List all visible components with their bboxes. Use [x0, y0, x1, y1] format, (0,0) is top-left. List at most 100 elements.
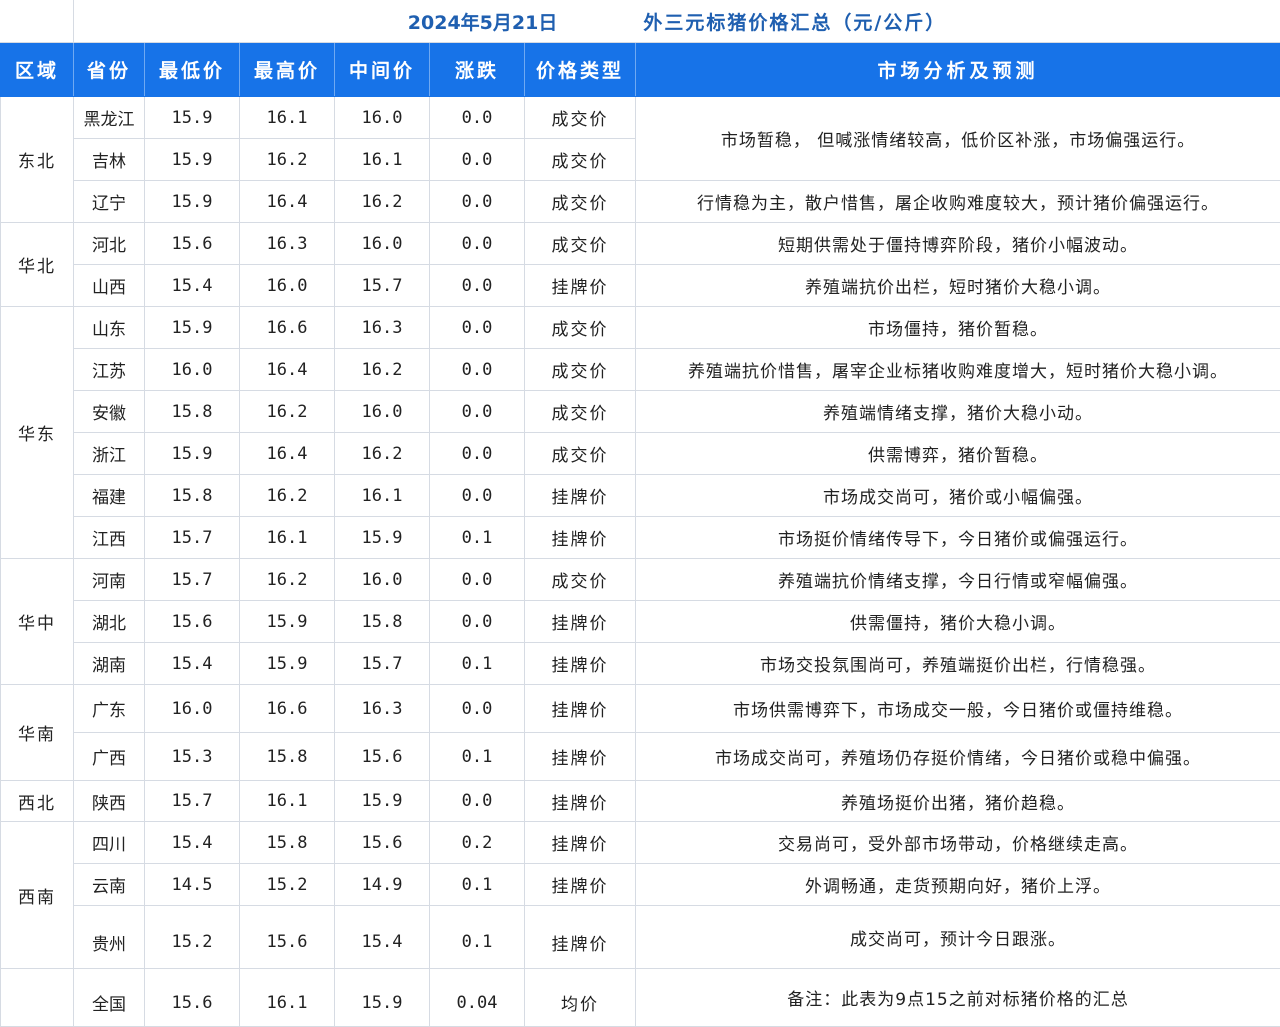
province-cell: 河北: [74, 223, 145, 265]
change-cell: 0.1: [430, 864, 525, 906]
table-row[interactable]: 江西 15.7 16.1 15.9 0.1 挂牌价 市场挺价情绪传导下，今日猪价…: [1, 517, 1280, 559]
price-summary-sheet: 2024年5月21日外三元标猪价格汇总（元/公斤） 区域 省份 最低价 最高价 …: [0, 0, 1280, 996]
change-cell: 0.0: [430, 781, 525, 822]
price-table: 2024年5月21日外三元标猪价格汇总（元/公斤） 区域 省份 最低价 最高价 …: [0, 0, 1280, 1027]
change-cell: 0.0: [430, 349, 525, 391]
change-cell: 0.1: [430, 643, 525, 685]
province-cell: 安徽: [74, 391, 145, 433]
table-row[interactable]: 西北 陕西 15.7 16.1 15.9 0.0 挂牌价 养殖场挺价出猪，猪价趋…: [1, 781, 1280, 822]
analysis-cell: 养殖端情绪支撑，猪价大稳小动。: [636, 391, 1280, 433]
table-row[interactable]: 江苏 16.0 16.4 16.2 0.0 成交价 养殖端抗价惜售，屠宰企业标猪…: [1, 349, 1280, 391]
high-price-cell: 15.2: [240, 864, 335, 906]
high-price-cell: 16.4: [240, 181, 335, 223]
low-price-cell: 15.7: [145, 517, 240, 559]
change-cell: 0.1: [430, 517, 525, 559]
price-type-cell: 挂牌价: [525, 822, 636, 864]
province-cell: 吉林: [74, 139, 145, 181]
low-price-cell: 15.2: [145, 906, 240, 969]
table-row[interactable]: 东北 黑龙江 15.9 16.1 16.0 0.0 成交价 市场暂稳， 但喊涨情…: [1, 97, 1280, 139]
price-type-cell: 成交价: [525, 139, 636, 181]
header-high[interactable]: 最高价: [240, 43, 335, 97]
analysis-cell: 养殖端抗价出栏，短时猪价大稳小调。: [636, 265, 1280, 307]
province-cell: 辽宁: [74, 181, 145, 223]
analysis-cell: 养殖场挺价出猪，猪价趋稳。: [636, 781, 1280, 822]
price-type-cell: 成交价: [525, 307, 636, 349]
mid-price-cell: 16.1: [335, 139, 430, 181]
change-cell: 0.1: [430, 906, 525, 969]
table-row[interactable]: 西南 四川 15.4 15.8 15.6 0.2 挂牌价 交易尚可，受外部市场带…: [1, 822, 1280, 864]
header-province[interactable]: 省份: [74, 43, 145, 97]
province-cell: 江西: [74, 517, 145, 559]
header-low[interactable]: 最低价: [145, 43, 240, 97]
mid-price-cell: 15.6: [335, 822, 430, 864]
mid-price-cell: 15.9: [335, 969, 430, 1027]
table-row[interactable]: 贵州 15.2 15.6 15.4 0.1 挂牌价 成交尚可，预计今日跟涨。: [1, 906, 1280, 969]
low-price-cell: 15.9: [145, 139, 240, 181]
change-cell: 0.0: [430, 223, 525, 265]
change-cell: 0.0: [430, 265, 525, 307]
price-type-cell: 挂牌价: [525, 601, 636, 643]
analysis-cell: 市场成交尚可，猪价或小幅偏强。: [636, 475, 1280, 517]
table-row[interactable]: 广西 15.3 15.8 15.6 0.1 挂牌价 市场成交尚可，养殖场仍存挺价…: [1, 733, 1280, 781]
analysis-cell: 市场暂稳， 但喊涨情绪较高，低价区补涨，市场偏强运行。: [636, 97, 1280, 181]
change-cell: 0.0: [430, 139, 525, 181]
province-cell: 山东: [74, 307, 145, 349]
low-price-cell: 15.4: [145, 265, 240, 307]
region-cell: 西南: [1, 822, 74, 969]
table-row[interactable]: 辽宁 15.9 16.4 16.2 0.0 成交价 行情稳为主，散户惜售，屠企收…: [1, 181, 1280, 223]
table-row[interactable]: 华东 山东 15.9 16.6 16.3 0.0 成交价 市场僵持，猪价暂稳。: [1, 307, 1280, 349]
low-price-cell: 14.5: [145, 864, 240, 906]
table-row[interactable]: 湖南 15.4 15.9 15.7 0.1 挂牌价 市场交投氛围尚可，养殖端挺价…: [1, 643, 1280, 685]
analysis-cell: 供需僵持，猪价大稳小调。: [636, 601, 1280, 643]
price-type-cell: 挂牌价: [525, 864, 636, 906]
province-cell: 黑龙江: [74, 97, 145, 139]
table-row[interactable]: 华南 广东 16.0 16.6 16.3 0.0 挂牌价 市场供需博弈下，市场成…: [1, 685, 1280, 733]
analysis-cell: 市场交投氛围尚可，养殖端挺价出栏，行情稳强。: [636, 643, 1280, 685]
price-type-cell: 挂牌价: [525, 685, 636, 733]
mid-price-cell: 16.0: [335, 97, 430, 139]
high-price-cell: 15.6: [240, 906, 335, 969]
remark-cell: 备注：此表为9点15之前对标猪价格的汇总: [636, 969, 1280, 1027]
high-price-cell: 16.2: [240, 391, 335, 433]
analysis-cell: 市场挺价情绪传导下，今日猪价或偏强运行。: [636, 517, 1280, 559]
low-price-cell: 16.0: [145, 685, 240, 733]
header-region[interactable]: 区域: [1, 43, 74, 97]
header-change[interactable]: 涨跌: [430, 43, 525, 97]
high-price-cell: 16.4: [240, 433, 335, 475]
region-cell: 华南: [1, 685, 74, 781]
change-cell: 0.04: [430, 969, 525, 1027]
low-price-cell: 15.4: [145, 822, 240, 864]
analysis-cell: 养殖端抗价惜售，屠宰企业标猪收购难度增大，短时猪价大稳小调。: [636, 349, 1280, 391]
analysis-cell: 市场供需博弈下，市场成交一般，今日猪价或僵持维稳。: [636, 685, 1280, 733]
table-row[interactable]: 浙江 15.9 16.4 16.2 0.0 成交价 供需博弈，猪价暂稳。: [1, 433, 1280, 475]
mid-price-cell: 15.9: [335, 781, 430, 822]
table-row[interactable]: 安徽 15.8 16.2 16.0 0.0 成交价 养殖端情绪支撑，猪价大稳小动…: [1, 391, 1280, 433]
mid-price-cell: 15.9: [335, 517, 430, 559]
table-row[interactable]: 华北 河北 15.6 16.3 16.0 0.0 成交价 短期供需处于僵持博弈阶…: [1, 223, 1280, 265]
mid-price-cell: 14.9: [335, 864, 430, 906]
table-row[interactable]: 湖北 15.6 15.9 15.8 0.0 挂牌价 供需僵持，猪价大稳小调。: [1, 601, 1280, 643]
price-type-cell: 成交价: [525, 433, 636, 475]
table-row[interactable]: 云南 14.5 15.2 14.9 0.1 挂牌价 外调畅通，走货预期向好，猪价…: [1, 864, 1280, 906]
high-price-cell: 15.8: [240, 733, 335, 781]
header-analysis[interactable]: 市场分析及预测: [636, 43, 1280, 97]
analysis-cell: 供需博弈，猪价暂稳。: [636, 433, 1280, 475]
national-row[interactable]: 全国 15.6 16.1 15.9 0.04 均价 备注：此表为9点15之前对标…: [1, 969, 1280, 1027]
analysis-cell: 成交尚可，预计今日跟涨。: [636, 906, 1280, 969]
price-type-cell: 挂牌价: [525, 517, 636, 559]
header-type[interactable]: 价格类型: [525, 43, 636, 97]
region-cell-empty: [1, 969, 74, 1027]
table-row[interactable]: 福建 15.8 16.2 16.1 0.0 挂牌价 市场成交尚可，猪价或小幅偏强…: [1, 475, 1280, 517]
mid-price-cell: 16.0: [335, 223, 430, 265]
table-row[interactable]: 山西 15.4 16.0 15.7 0.0 挂牌价 养殖端抗价出栏，短时猪价大稳…: [1, 265, 1280, 307]
analysis-cell: 市场成交尚可，养殖场仍存挺价情绪，今日猪价或稳中偏强。: [636, 733, 1280, 781]
low-price-cell: 15.7: [145, 559, 240, 601]
mid-price-cell: 16.1: [335, 475, 430, 517]
high-price-cell: 16.2: [240, 475, 335, 517]
title-blank-cell: [1, 0, 74, 43]
analysis-cell: 养殖端抗价情绪支撑，今日行情或窄幅偏强。: [636, 559, 1280, 601]
header-mid[interactable]: 中间价: [335, 43, 430, 97]
low-price-cell: 15.9: [145, 433, 240, 475]
table-row[interactable]: 华中 河南 15.7 16.2 16.0 0.0 成交价 养殖端抗价情绪支撑，今…: [1, 559, 1280, 601]
mid-price-cell: 16.2: [335, 433, 430, 475]
